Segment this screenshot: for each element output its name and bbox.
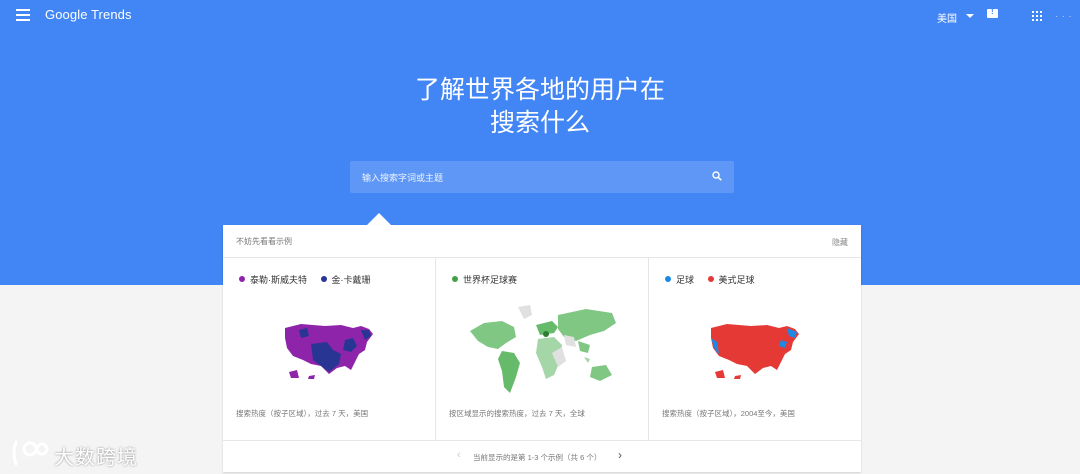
- pager-status: 当前显示的是第 1-3 个示例（共 6 个）: [473, 453, 602, 462]
- legend-item: 金·卡戴珊: [320, 275, 371, 285]
- search-input[interactable]: [360, 161, 704, 195]
- legend-item: 美式足球: [707, 275, 755, 285]
- legend-label: 金·卡戴珊: [331, 275, 371, 285]
- series-dot: [239, 276, 245, 282]
- watermark-logo: 大数跨境: [10, 438, 140, 470]
- example-card-1[interactable]: 泰勒·斯威夫特 金·卡戴珊 搜索热度（按子区域），过去 7 天，美国: [223, 258, 436, 440]
- region-selector[interactable]: 美国: [937, 10, 957, 25]
- card-pointer: [367, 213, 391, 225]
- menu-icon[interactable]: [16, 9, 30, 21]
- top-bar: Google Trends 美国 · · ·: [0, 0, 1080, 32]
- headline-line-1: 了解世界各地的用户在: [414, 76, 665, 104]
- series-dot: [320, 276, 327, 282]
- us-map: [285, 324, 373, 379]
- page-headline: 了解世界各地的用户在 搜索什么: [340, 74, 740, 140]
- search-icon[interactable]: [712, 171, 722, 181]
- legend-label: 足球: [676, 275, 695, 285]
- examples-header: 不妨先看看示例 隐藏: [223, 225, 861, 258]
- watermark-icon: [12, 440, 49, 466]
- card-legend: 世界杯足球赛: [452, 273, 528, 286]
- card-caption: 搜索热度（按子区域），过去 7 天，美国: [236, 409, 369, 418]
- us-map: [711, 324, 799, 379]
- search-box[interactable]: [350, 161, 734, 195]
- examples-title: 不妨先看看示例: [236, 237, 292, 246]
- card-legend: 泰勒·斯威夫特 金·卡戴珊: [239, 273, 382, 286]
- hide-examples-link[interactable]: 隐藏: [832, 237, 848, 248]
- legend-label: 世界杯足球赛: [463, 275, 518, 285]
- account-avatar[interactable]: · · ·: [1055, 12, 1072, 21]
- series-dot: [707, 276, 714, 282]
- legend-item: 足球: [665, 275, 694, 285]
- google-trends-logo[interactable]: Google Trends: [45, 7, 132, 22]
- examples-pager: ‹ 当前显示的是第 1-3 个示例（共 6 个） ›: [223, 440, 861, 473]
- series-dot: [665, 276, 671, 282]
- world-map: [470, 305, 616, 393]
- series-dot: [452, 276, 458, 282]
- chevron-down-icon[interactable]: [966, 14, 974, 18]
- card-caption: 搜索热度（按子区域），2004至今，美国: [662, 409, 795, 418]
- feedback-icon[interactable]: [987, 7, 998, 18]
- examples-card: 不妨先看看示例 隐藏 泰勒·斯威夫特 金·卡戴珊 搜索热度（按子区域），过去 7…: [223, 225, 861, 472]
- chevron-left-icon[interactable]: ‹: [457, 449, 461, 461]
- watermark-text: 大数跨境: [54, 447, 138, 469]
- example-card-2[interactable]: 世界杯足球赛 按区域显示的搜索热度，过去 7 天，全球: [436, 258, 649, 440]
- card-caption: 按区域显示的搜索热度，过去 7 天，全球: [449, 409, 585, 418]
- legend-label: 泰勒·斯威夫特: [250, 275, 307, 285]
- apps-grid-icon[interactable]: [1032, 11, 1042, 21]
- headline-line-2: 搜索什么: [489, 109, 590, 137]
- chevron-right-icon[interactable]: ›: [618, 448, 622, 462]
- card-legend: 足球 美式足球: [665, 273, 766, 286]
- legend-item: 泰勒·斯威夫特: [239, 275, 307, 285]
- legend-label: 美式足球: [718, 275, 755, 285]
- example-card-3[interactable]: 足球 美式足球 搜索热度（按子区域），2004至今，美国: [649, 258, 861, 440]
- legend-item: 世界杯足球赛: [452, 275, 517, 285]
